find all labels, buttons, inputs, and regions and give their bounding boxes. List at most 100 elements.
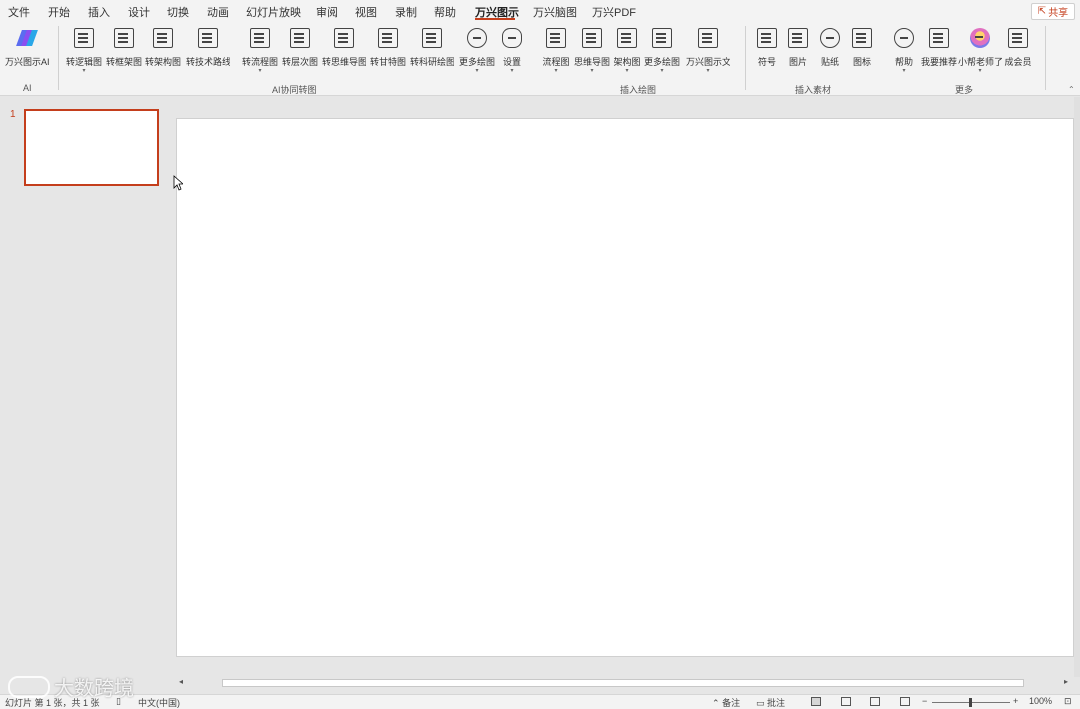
ribbon-tool-label: 转思维导图 [322, 57, 366, 67]
scroll-right-icon[interactable]: ▸ [1064, 677, 1068, 686]
ribbon-separator [58, 26, 59, 90]
menu-tab-4[interactable]: 切换 [167, 4, 189, 20]
scroll-left-icon[interactable]: ◂ [179, 677, 183, 686]
dropdown-arrow-icon[interactable]: ▾ [238, 68, 282, 74]
ribbon-tool-22[interactable]: 我要推荐 [917, 28, 961, 68]
sticker-icon [820, 28, 840, 48]
slide-sorter-view-icon[interactable] [841, 697, 851, 706]
ribbon-tool-16[interactable]: 万兴图示文件▾ [686, 28, 730, 74]
ribbon-separator [745, 26, 746, 90]
ribbon-tool-2[interactable]: 转框架图 [102, 28, 146, 68]
menu-tab-11[interactable]: 万兴图示 [475, 4, 519, 20]
ribbon-tool-label: 转技术路线图 [186, 57, 230, 67]
ribbon-tool-1[interactable]: 转逻辑图 ▾ [62, 28, 106, 74]
menu-tab-5[interactable]: 动画 [207, 4, 229, 20]
more-drawing-icon [467, 28, 487, 48]
notes-button[interactable]: ⌃ 备注 [712, 696, 740, 709]
flowchart-insert-icon [546, 28, 566, 48]
ribbon-tool-label: 转逻辑图 [65, 57, 102, 67]
flowchart-icon [250, 28, 270, 48]
scrollbar-thumb[interactable] [222, 679, 1024, 687]
gantt-icon [378, 28, 398, 48]
dropdown-arrow-icon[interactable]: ▾ [686, 68, 730, 74]
ribbon-tool-label: 转甘特图 [369, 57, 406, 67]
vertical-scrollbar[interactable] [1074, 97, 1080, 677]
ribbon-tool-label: 我要推荐 [920, 57, 957, 67]
file-icon [698, 28, 718, 48]
slide-thumbnail[interactable] [24, 109, 159, 186]
ribbon-tool-label: 转层次图 [281, 57, 318, 67]
mindmap-insert-icon [582, 28, 602, 48]
menu-tab-0[interactable]: 文件 [8, 4, 30, 20]
org-chart-icon [617, 28, 637, 48]
zoom-slider-knob[interactable] [969, 698, 972, 707]
ribbon-tool-3[interactable]: 转架构图 [141, 28, 185, 68]
assistant-icon [970, 28, 990, 48]
reading-view-icon[interactable] [870, 697, 880, 706]
mindmap-icon [334, 28, 354, 48]
share-button[interactable]: ⇱ 共享 [1031, 3, 1075, 20]
ribbon-tool-label: 万兴图示AI [5, 57, 49, 67]
ribbon-tool-15[interactable]: 更多绘图 ▾ [640, 28, 684, 74]
ribbon-group-label: AI [23, 83, 32, 93]
dropdown-arrow-icon[interactable]: ▾ [640, 68, 684, 74]
ribbon-tool-0[interactable]: 万兴图示AI [5, 28, 49, 68]
help-icon [894, 28, 914, 48]
ribbon-group-label: AI协同转图 [272, 85, 317, 95]
menu-tab-13[interactable]: 万兴PDF [592, 4, 636, 20]
slide-number: 1 [10, 109, 16, 120]
dropdown-arrow-icon[interactable]: ▾ [62, 68, 106, 74]
ribbon-tool-4[interactable]: 转技术路线图 [186, 28, 230, 68]
logic-diagram-icon [74, 28, 94, 48]
ribbon-tool-label: 成会员 [1004, 57, 1032, 67]
ribbon-tool-11[interactable]: 设置 ▾ [490, 28, 534, 74]
comments-label: 批注 [767, 698, 786, 708]
menu-tab-7[interactable]: 审阅 [316, 4, 338, 20]
comments-button[interactable]: ▭ 批注 [756, 696, 785, 709]
ribbon-tool-6[interactable]: 转层次图 [278, 28, 322, 68]
horizontal-scrollbar[interactable]: ◂ ▸ [176, 677, 1074, 689]
menu-bar: ⇱ 共享 文件 开始 插入 设计 切换 动画 幻灯片放映 审阅 视图 录制 帮助 万兴图示 万兴脑图 万兴… [0, 0, 1080, 22]
recommend-icon [929, 28, 949, 48]
menu-tab-9[interactable]: 录制 [395, 4, 417, 20]
menu-tab-10[interactable]: 帮助 [434, 4, 456, 20]
menu-tab-3[interactable]: 设计 [128, 4, 150, 20]
ribbon-tool-label: 万兴图示文件 [686, 57, 730, 67]
ribbon-group-label: 更多 [955, 85, 974, 95]
menu-tab-2[interactable]: 插入 [88, 4, 110, 20]
ribbon-tool-8[interactable]: 转甘特图 [366, 28, 410, 68]
frame-diagram-icon [114, 28, 134, 48]
fit-to-window-icon[interactable]: ⊡ [1064, 696, 1072, 707]
dropdown-arrow-icon[interactable]: ▾ [490, 68, 534, 74]
ribbon-tool-20[interactable]: 图标 [840, 28, 884, 68]
zoom-level[interactable]: 100% [1029, 696, 1052, 706]
normal-view-icon[interactable] [811, 697, 821, 706]
language-indicator[interactable]: 中文(中国) [138, 696, 180, 709]
slideshow-view-icon[interactable] [900, 697, 910, 706]
ribbon-tool-label: 转科研绘图 [410, 57, 454, 67]
ribbon-tool-5[interactable]: 转流程图 ▾ [238, 28, 282, 74]
collapse-ribbon-icon[interactable]: ⌃ [1068, 85, 1075, 94]
ribbon-tool-label: 转流程图 [241, 57, 278, 67]
architecture-icon [153, 28, 173, 48]
menu-tab-6[interactable]: 幻灯片放映 [246, 4, 301, 20]
ribbon-group-label: 插入绘图 [620, 85, 657, 95]
ribbon-tool-7[interactable]: 转思维导图 [322, 28, 366, 68]
share-icon: ⇱ [1037, 6, 1047, 17]
ribbon-separator [1045, 26, 1046, 90]
status-bar: 幻灯片 第 1 张，共 1 张 ▯ 中文(中国) ⌃ 备注 ▭ 批注 − + 1… [0, 694, 1080, 709]
ribbon-tool-24[interactable]: 成会员 [996, 28, 1040, 68]
dropdown-arrow-icon[interactable]: ▾ [882, 68, 926, 74]
dropdown-arrow-icon[interactable]: ▾ [958, 68, 1002, 74]
ribbon-group-label: 插入素材 [795, 85, 832, 95]
menu-tab-8[interactable]: 视图 [355, 4, 377, 20]
zoom-in-icon[interactable]: + [1013, 696, 1018, 706]
menu-tab-12[interactable]: 万兴脑图 [533, 4, 577, 20]
slide-canvas[interactable] [176, 118, 1074, 657]
ribbon-tool-9[interactable]: 转科研绘图 [410, 28, 454, 68]
menu-tab-1[interactable]: 开始 [48, 4, 70, 20]
watermark-logo-icon [8, 675, 50, 698]
zoom-out-icon[interactable]: − [922, 696, 927, 706]
icons-icon [852, 28, 872, 48]
settings-icon [502, 28, 522, 48]
